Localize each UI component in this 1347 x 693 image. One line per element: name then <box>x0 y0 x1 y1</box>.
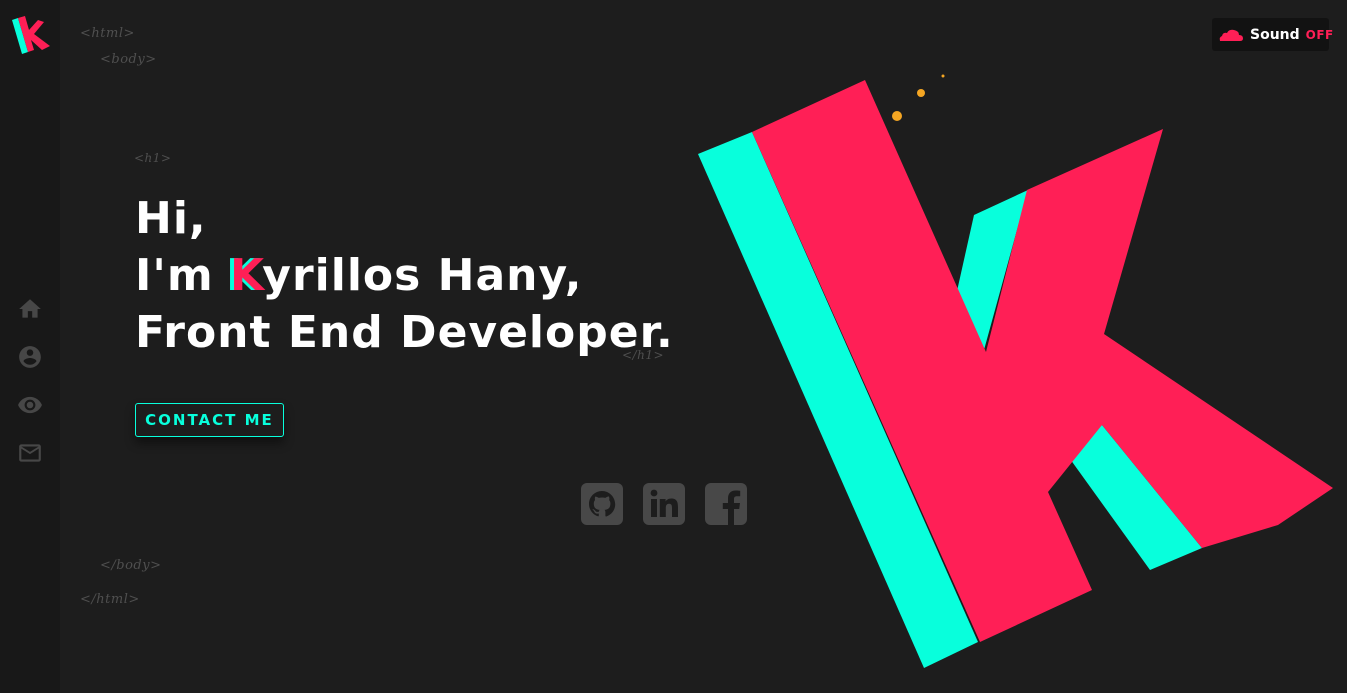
nav-user-icon[interactable] <box>17 344 43 370</box>
linkedin-icon <box>643 483 685 525</box>
nav-eye-icon[interactable] <box>17 392 43 418</box>
big-k-logo <box>690 70 1347 693</box>
sound-toggle-button[interactable]: Sound OFF <box>1212 18 1333 51</box>
hero-line-2-prefix: I'm <box>135 250 231 301</box>
hero-line-2: I'm Kyrillos Hany, <box>135 247 674 304</box>
github-link[interactable] <box>581 483 623 525</box>
big-k-icon <box>698 74 1333 668</box>
sound-label: Sound <box>1250 26 1300 43</box>
sound-state: OFF <box>1305 27 1334 42</box>
tag-html-open: <html> <box>80 26 135 41</box>
github-icon <box>581 483 623 525</box>
hero-k-letter: K <box>230 250 263 301</box>
tag-h1-open: <h1> <box>134 151 172 165</box>
hero-line-3: Front End Developer. <box>135 307 674 358</box>
linkedin-link[interactable] <box>643 483 685 525</box>
hero-line-2-rest: yrillos Hany, <box>262 250 583 301</box>
logo-k-icon <box>12 16 50 54</box>
contact-me-button[interactable]: CONTACT ME <box>135 403 284 437</box>
hero-heading: Hi, I'm Kyrillos Hany, Front End Develop… <box>135 190 674 361</box>
sidebar <box>0 0 60 693</box>
nav-home-icon[interactable] <box>17 296 43 322</box>
hero-line-1: Hi, <box>135 193 207 244</box>
tag-body-close: </body> <box>100 558 162 573</box>
tag-body-open: <body> <box>100 52 157 67</box>
soundcloud-icon <box>1218 27 1244 43</box>
logo[interactable] <box>10 14 54 58</box>
tag-html-close: </html> <box>80 592 140 607</box>
nav-mail-icon[interactable] <box>17 440 43 466</box>
